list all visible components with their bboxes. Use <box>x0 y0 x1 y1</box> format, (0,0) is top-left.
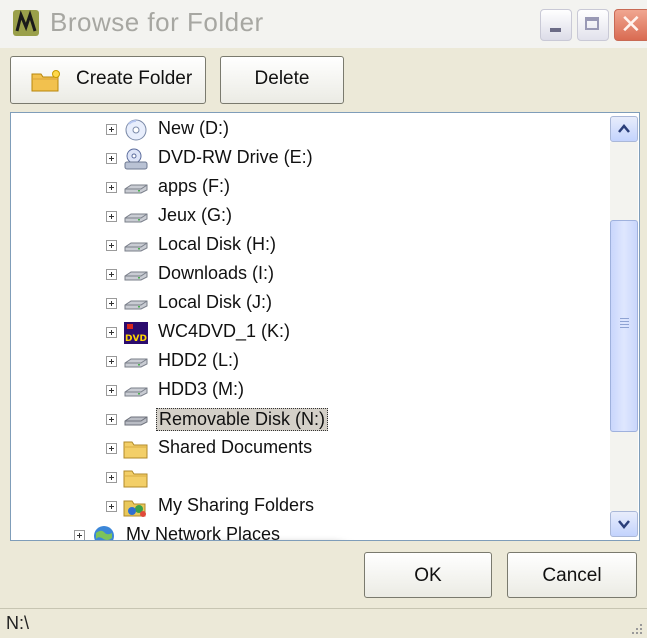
ok-label: OK <box>414 565 442 586</box>
expand-toggle-icon[interactable] <box>106 269 117 280</box>
dvd-media-icon: DVD <box>123 321 149 345</box>
removable-disk-icon <box>123 408 149 432</box>
tree-item[interactable]: My Network Places <box>11 521 609 541</box>
tree-item[interactable]: New (D:) <box>11 115 609 145</box>
app-logo-icon <box>13 10 39 36</box>
window-title: Browse for Folder <box>50 7 264 37</box>
expand-toggle-icon[interactable] <box>106 472 117 483</box>
delete-label: Delete <box>254 68 310 89</box>
expand-toggle-icon[interactable] <box>106 124 117 135</box>
expand-toggle-icon[interactable] <box>106 501 117 512</box>
hard-drive-icon <box>123 205 149 229</box>
cancel-button[interactable]: Cancel <box>507 552 637 598</box>
hard-drive-icon <box>123 292 149 316</box>
tree-item-label: Jeux (G:) <box>158 205 233 225</box>
expand-toggle-icon[interactable] <box>106 298 117 309</box>
network-places-icon <box>91 524 117 540</box>
tree-item-label: Local Disk (J:) <box>158 292 273 312</box>
chevron-up-icon <box>618 124 630 133</box>
hard-drive-icon <box>123 176 149 200</box>
expand-toggle-icon[interactable] <box>106 153 117 164</box>
hard-drive-icon <box>123 350 149 374</box>
folder-icon <box>123 466 149 490</box>
status-path: N:\ <box>6 613 30 633</box>
tree-item-label: DVD-RW Drive (E:) <box>158 147 313 167</box>
hard-drive-icon <box>123 234 149 258</box>
dvd-drive-icon <box>123 147 149 171</box>
scrollbar-thumb[interactable] <box>610 220 638 432</box>
tree-item[interactable]: Downloads (I:) <box>11 260 609 290</box>
browse-for-folder-dialog: Browse for Folder ✕ Create Folder Delete… <box>0 0 647 638</box>
hard-drive-icon <box>123 379 149 403</box>
create-folder-button[interactable]: Create Folder <box>10 56 206 104</box>
grip-icon <box>620 321 629 322</box>
expand-toggle-icon[interactable] <box>106 182 117 193</box>
resize-grip-icon[interactable] <box>629 621 643 635</box>
tree-item-label: Downloads (I:) <box>158 263 275 283</box>
tree-item[interactable]: apps (F:) <box>11 173 609 203</box>
tree-item[interactable]: HDD2 (L:) <box>11 347 609 377</box>
create-folder-label: Create Folder <box>76 68 193 89</box>
expand-toggle-icon[interactable] <box>106 385 117 396</box>
scroll-down-button[interactable] <box>610 511 638 537</box>
tree-item[interactable]: DVD WC4DVD_1 (K:) <box>11 318 609 348</box>
title-bar[interactable]: Browse for Folder ✕ <box>0 0 647 48</box>
minimize-icon <box>550 28 561 32</box>
minimize-button[interactable] <box>540 9 572 41</box>
tree-item-label: WC4DVD_1 (K:) <box>158 321 291 341</box>
status-bar: N:\ <box>0 608 647 638</box>
expand-toggle-icon[interactable] <box>106 414 117 425</box>
expand-toggle-icon[interactable] <box>106 211 117 222</box>
tree-item[interactable]: Local Disk (J:) <box>11 289 609 319</box>
tree-item-label: Shared Documents <box>158 437 313 457</box>
tree-item[interactable]: Removable Disk (N:) <box>11 405 609 435</box>
tree-item-label: HDD3 (M:) <box>158 379 244 399</box>
tree-item[interactable]: DVD-RW Drive (E:) <box>11 144 609 174</box>
tree-item-label: apps (F:) <box>158 176 231 196</box>
scroll-up-button[interactable] <box>610 116 638 142</box>
maximize-icon <box>585 17 599 30</box>
tree-item[interactable] <box>11 463 609 493</box>
hard-drive-icon <box>123 263 149 287</box>
tree-item-label: HDD2 (L:) <box>158 350 240 370</box>
chevron-down-icon <box>618 520 630 529</box>
folder-icon <box>123 437 149 461</box>
tree-item[interactable]: Shared Documents <box>11 434 609 464</box>
sharing-folder-icon <box>123 495 149 519</box>
cd-drive-icon <box>123 118 149 142</box>
close-icon: ✕ <box>620 10 642 40</box>
delete-button[interactable]: Delete <box>220 56 344 104</box>
tree-item-label: My Sharing Folders <box>158 495 315 515</box>
folder-tree[interactable]: New (D:) DVD-RW Drive (E:) apps (F:) Jeux (… <box>10 112 640 541</box>
svg-text:DVD: DVD <box>125 334 147 344</box>
expand-toggle-icon[interactable] <box>106 356 117 367</box>
ok-button[interactable]: OK <box>364 552 492 598</box>
tree-item[interactable]: HDD3 (M:) <box>11 376 609 406</box>
new-folder-icon <box>31 70 60 92</box>
tree-item-label: My Network Places <box>126 524 281 541</box>
tree-item[interactable]: My Sharing Folders <box>11 492 609 522</box>
tree-item[interactable]: Local Disk (H:) <box>11 231 609 261</box>
expand-toggle-icon[interactable] <box>106 443 117 454</box>
expand-toggle-icon[interactable] <box>74 530 85 540</box>
tree-item-label: New (D:) <box>158 118 229 138</box>
close-button[interactable]: ✕ <box>614 9 647 41</box>
tree-item-label: Removable Disk (N:) <box>156 408 329 431</box>
cancel-label: Cancel <box>542 565 602 586</box>
expand-toggle-icon[interactable] <box>106 327 117 338</box>
expand-toggle-icon[interactable] <box>106 240 117 251</box>
tree-item-label: Local Disk (H:) <box>158 234 277 254</box>
tree-item[interactable]: Jeux (G:) <box>11 202 609 232</box>
maximize-button[interactable] <box>577 9 609 41</box>
